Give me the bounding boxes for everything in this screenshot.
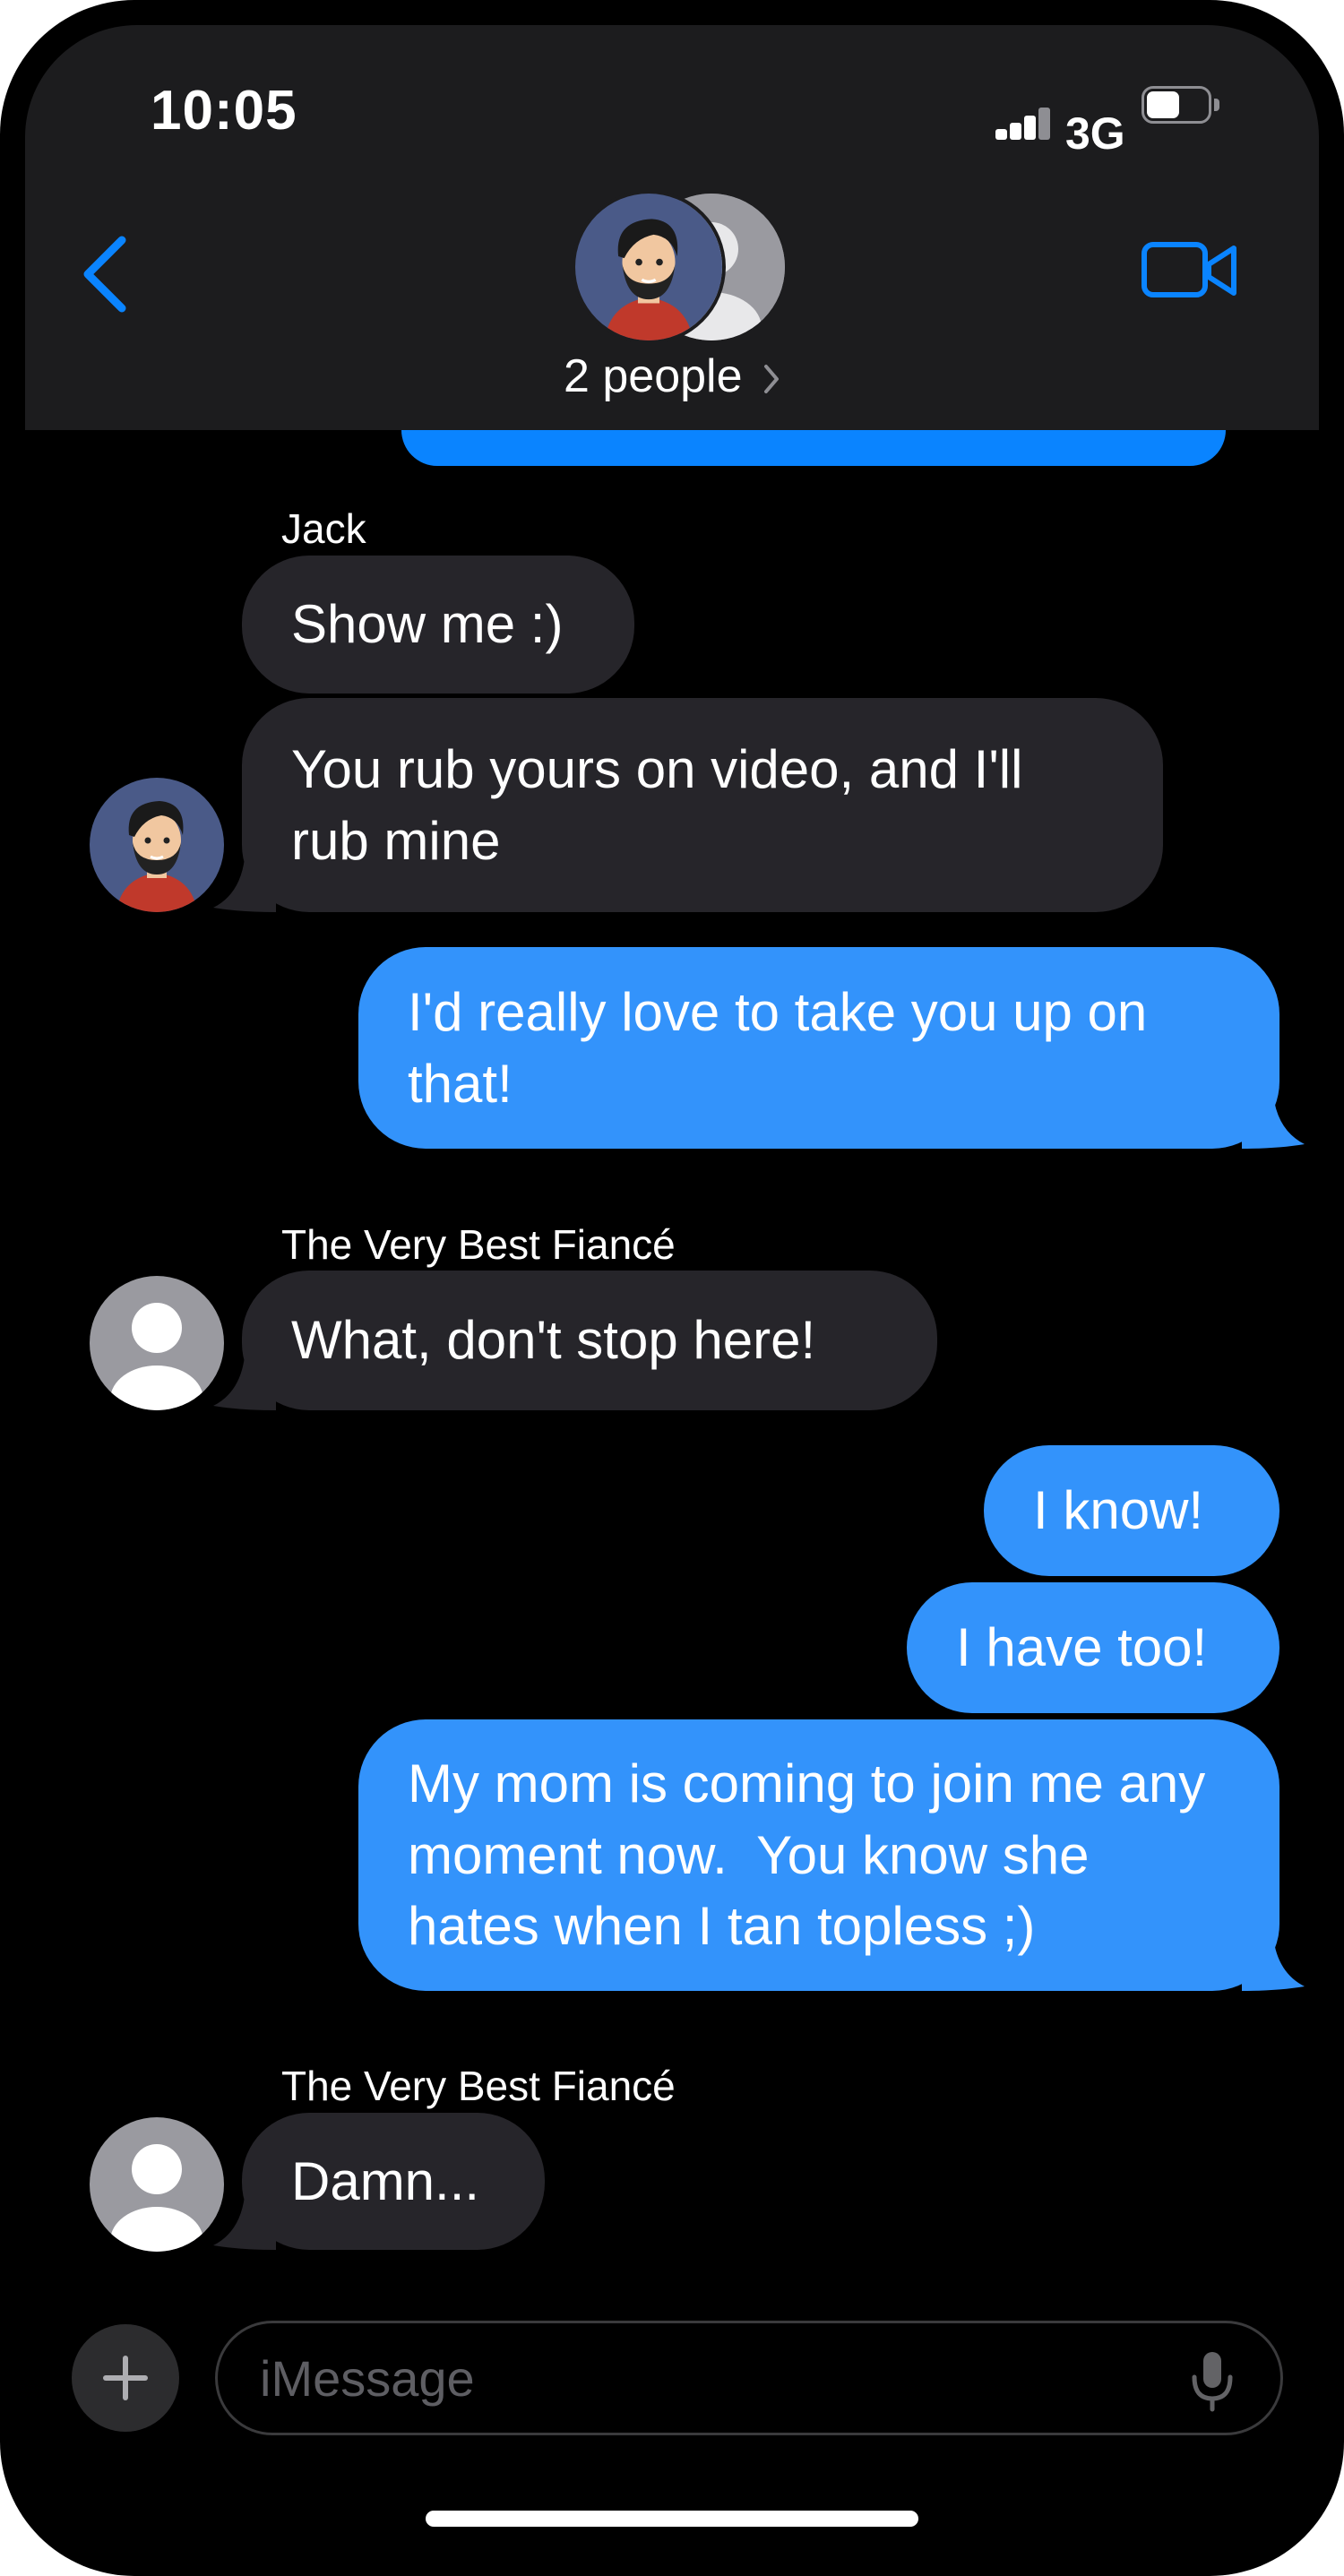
plus-icon: [103, 2356, 148, 2400]
sender-name: Jack: [281, 505, 366, 552]
incoming-message-bubble[interactable]: Show me :): [242, 556, 634, 694]
message-text: Damn...: [291, 2150, 480, 2211]
message-text: I have too!: [956, 1617, 1208, 1678]
message-text: What, don't stop here!: [291, 1310, 816, 1371]
contact-avatar[interactable]: [90, 1276, 224, 1410]
microphone-button[interactable]: [1185, 2348, 1239, 2413]
sender-name: The Very Best Fiancé: [281, 1221, 676, 1268]
contact-avatar[interactable]: [90, 2117, 224, 2252]
apps-plus-button[interactable]: [72, 2324, 179, 2432]
incoming-message-bubble[interactable]: What, don't stop here!: [242, 1271, 937, 1410]
imessage-input-container: [215, 2321, 1283, 2435]
microphone-icon: [1192, 2352, 1233, 2412]
outgoing-message-bubble[interactable]: My mom is coming to join me any moment n…: [358, 1719, 1279, 1991]
jack-avatar: [575, 194, 722, 340]
conversation-header: 10:05 3G 2 people: [25, 25, 1319, 430]
bubble-tail: [213, 858, 276, 912]
people-count-label: 2 people: [564, 350, 743, 402]
message-text: Show me :): [291, 594, 564, 655]
bubble-tail: [213, 1357, 276, 1410]
outgoing-message-bubble[interactable]: I know!: [984, 1445, 1279, 1576]
message-text: You rub yours on video, and I'll rub min…: [291, 738, 1038, 871]
message-text: I know!: [1033, 1480, 1204, 1541]
imessage-input[interactable]: [258, 2341, 1158, 2415]
chevron-right-icon: [763, 365, 779, 394]
back-button[interactable]: [72, 220, 143, 328]
phone-frame: 10:05 3G 2 people Jack Show me:) You ru…: [0, 0, 1344, 2576]
people-count-button[interactable]: 2 people: [25, 349, 1319, 403]
incoming-message-bubble[interactable]: Damn...: [242, 2113, 545, 2250]
cellular-signal-icon: [995, 108, 1050, 140]
message-text: My mom is coming to join me any moment n…: [408, 1753, 1220, 1957]
chevron-left-icon: [83, 236, 126, 313]
jack-avatar[interactable]: [90, 778, 224, 912]
message-text: I'd really love to take you up on that!: [408, 981, 1162, 1114]
sender-name: The Very Best Fiancé: [281, 2063, 676, 2109]
status-time: 10:05: [151, 80, 297, 142]
video-camera-icon: [1142, 242, 1236, 297]
outgoing-message-bubble[interactable]: I have too!: [907, 1582, 1279, 1713]
incoming-message-bubble[interactable]: You rub yours on video, and I'll rub min…: [242, 698, 1163, 912]
video-call-button[interactable]: [1141, 236, 1239, 307]
network-type: 3G: [1065, 108, 1125, 159]
battery-icon: [1142, 86, 1220, 127]
screen: 10:05 3G 2 people Jack Show me:) You ru…: [25, 25, 1319, 2551]
home-indicator[interactable]: [426, 2511, 918, 2527]
group-avatar-stack[interactable]: [575, 194, 785, 340]
outgoing-message-bubble[interactable]: I'd really love to take you up on that!: [358, 947, 1279, 1149]
bubble-tail: [1242, 1937, 1305, 1991]
bubble-tail: [1242, 1095, 1305, 1149]
bubble-tail: [213, 2196, 276, 2250]
